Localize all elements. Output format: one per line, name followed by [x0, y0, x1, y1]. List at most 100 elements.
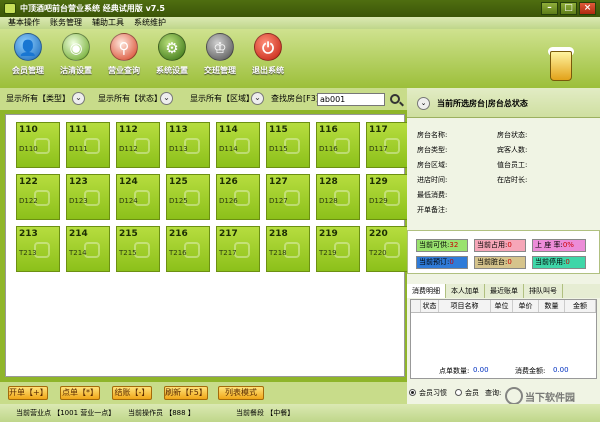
room-number: 113	[169, 125, 188, 135]
member-habit-radio[interactable]	[409, 389, 416, 396]
room-code: D111	[69, 145, 88, 153]
room-number: 127	[269, 177, 288, 187]
room-search-input[interactable]: ab001	[317, 93, 385, 106]
state-dropdown-button[interactable]: ⌄	[160, 92, 173, 105]
shift-handover-button[interactable]: ♔ 交班管理	[200, 33, 240, 76]
room-tile[interactable]: 122 D122	[16, 174, 60, 220]
field-guest-count: 宾客人数:	[497, 146, 528, 154]
room-tile[interactable]: 216 T216	[166, 226, 210, 272]
area-dropdown-button[interactable]: ⌄	[251, 92, 264, 105]
room-number: 125	[169, 177, 188, 187]
detail-tabs: 消费明细 本人加单 最近账单 排队叫号	[407, 284, 600, 298]
room-tile[interactable]: 117 D117	[366, 122, 410, 168]
app-icon	[4, 3, 16, 14]
consumption-table: 状态 项目名称 单位 单价 数量 金额 点单数量: 0.00 消费金额: 0.0…	[410, 299, 597, 379]
type-dropdown-button[interactable]: ⌄	[72, 92, 85, 105]
tab-queue[interactable]: 排队叫号	[524, 284, 563, 298]
room-number: 126	[219, 177, 238, 187]
room-tile[interactable]: 116 D116	[316, 122, 360, 168]
room-tile[interactable]: 115 D115	[266, 122, 310, 168]
tab-my-orders[interactable]: 本人加单	[446, 284, 485, 298]
dish-count-value: 0.00	[473, 366, 489, 374]
col-qty: 数量	[539, 300, 565, 312]
room-tile[interactable]: 218 T218	[266, 226, 310, 272]
room-tile[interactable]: 213 T213	[16, 226, 60, 272]
menu-accounts[interactable]: 账务管理	[50, 17, 82, 29]
status-available: 当前可供:32	[416, 239, 468, 252]
search-icon[interactable]	[390, 94, 400, 104]
exit-button[interactable]: ⏻ 退出系统	[248, 33, 288, 76]
state-filter-label: 显示所有【状态】	[98, 94, 162, 103]
member-label: 会员	[465, 389, 479, 397]
sold-out-button[interactable]: ◉ 沽清设置	[56, 33, 96, 76]
area-filter-label: 显示所有【区域】	[190, 94, 254, 103]
room-code: T218	[269, 249, 287, 257]
room-tile[interactable]: 126 D126	[216, 174, 260, 220]
status-operator: 当前操作员 【888 】	[128, 409, 195, 417]
room-code: D114	[219, 145, 238, 153]
list-mode-button[interactable]: 列表模式	[218, 386, 264, 400]
maximize-button[interactable]: □	[560, 2, 577, 15]
menu-tools[interactable]: 辅助工具	[92, 17, 124, 29]
member-button[interactable]: 👤 会员管理	[8, 33, 48, 76]
room-tile[interactable]: 125 D125	[166, 174, 210, 220]
room-tile[interactable]: 113 D113	[166, 122, 210, 168]
room-tile[interactable]: 128 D128	[316, 174, 360, 220]
room-tile[interactable]: 114 D114	[216, 122, 260, 168]
type-filter-label: 显示所有【类型】	[6, 94, 70, 103]
system-settings-button[interactable]: ⚙ 系统设置	[152, 33, 192, 76]
tab-consumption[interactable]: 消费明细	[407, 284, 446, 298]
room-tile[interactable]: 214 T214	[66, 226, 110, 272]
field-checkin-time: 进店时间:	[417, 176, 448, 184]
room-tile[interactable]: 124 D124	[116, 174, 160, 220]
member-radio[interactable]	[455, 389, 462, 396]
watermark-text: 当下软件园	[525, 393, 575, 404]
room-tile[interactable]: 219 T219	[316, 226, 360, 272]
minimize-button[interactable]: –	[541, 2, 558, 15]
room-tile[interactable]: 111 D111	[66, 122, 110, 168]
room-number: 217	[219, 229, 238, 239]
col-amount: 金额	[565, 300, 596, 312]
room-tile[interactable]: 110 D110	[16, 122, 60, 168]
room-tile[interactable]: 129 D129	[366, 174, 410, 220]
room-tile[interactable]: 215 T215	[116, 226, 160, 272]
chevron-down-icon[interactable]: ⌄	[417, 97, 430, 110]
tab-recent-bills[interactable]: 最近账单	[485, 284, 524, 298]
beer-mug-icon	[550, 51, 572, 81]
col-unit: 单位	[491, 300, 513, 312]
open-order-button[interactable]: 开单【+】	[8, 386, 48, 400]
dish-count-label: 点单数量:	[439, 367, 470, 375]
watermark-icon	[505, 387, 523, 405]
amount-label: 消费金额:	[515, 367, 546, 375]
room-status-summary: 当前可供:32 当前占用:0 上 座 率:0% 当前预订:0 当前脏台:0 当前…	[407, 230, 600, 274]
room-number: 219	[319, 229, 338, 239]
room-tile[interactable]: 217 T217	[216, 226, 260, 272]
table-header: 状态 项目名称 单位 单价 数量 金额	[411, 300, 596, 313]
room-tile[interactable]: 123 D123	[66, 174, 110, 220]
search-icon: ⚲	[110, 33, 138, 61]
room-code: D122	[19, 197, 38, 205]
menu-basic-ops[interactable]: 基本操作	[8, 17, 40, 29]
room-number: 220	[369, 229, 388, 239]
checkout-button[interactable]: 结账【-】	[112, 386, 152, 400]
status-reserved: 当前预订:0	[416, 256, 468, 269]
business-query-button[interactable]: ⚲ 营业查询	[104, 33, 144, 76]
room-code: T219	[319, 249, 337, 257]
status-business-point: 当前营业点 【1001 营业一点】	[16, 409, 116, 417]
room-detail-panel: ⌄ 当前所选房台|房台总状态 房台名称: 房台类型: 房台区域: 进店时间: 最…	[407, 88, 600, 406]
room-code: D127	[269, 197, 288, 205]
room-tile[interactable]: 220 T220	[366, 226, 410, 272]
field-room-state: 房台状态:	[497, 131, 528, 139]
room-code: D128	[319, 197, 338, 205]
refresh-button[interactable]: 刷新【F5】	[164, 386, 208, 400]
room-code: D125	[169, 197, 188, 205]
dish-icon: ◉	[62, 33, 90, 61]
room-code: D126	[219, 197, 238, 205]
room-number: 214	[69, 229, 88, 239]
room-code: D117	[369, 145, 388, 153]
add-order-button[interactable]: 点单【*】	[60, 386, 100, 400]
room-tile[interactable]: 127 D127	[266, 174, 310, 220]
room-tile[interactable]: 112 D112	[116, 122, 160, 168]
close-button[interactable]: ×	[579, 2, 596, 15]
menu-system[interactable]: 系统维护	[134, 17, 166, 29]
